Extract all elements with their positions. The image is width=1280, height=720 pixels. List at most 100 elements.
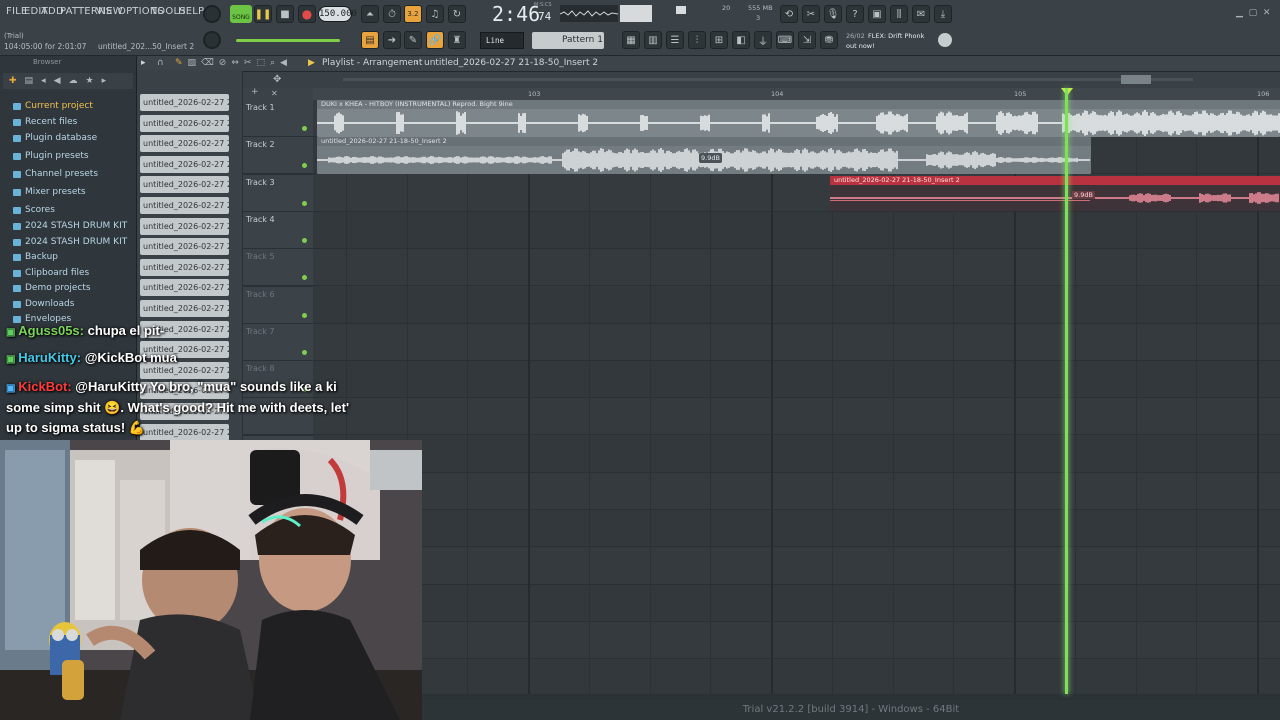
- export-icon[interactable]: ⇲: [798, 31, 816, 49]
- delete-tool-icon[interactable]: ⌫: [201, 58, 214, 68]
- playhead-line[interactable]: [1065, 88, 1068, 694]
- stop-button[interactable]: ■: [276, 5, 294, 23]
- help-icon[interactable]: ?: [846, 5, 864, 23]
- browser-speaker-icon[interactable]: ◀: [54, 76, 61, 86]
- browser-item[interactable]: 2024 STASH DRUM KIT: [13, 237, 127, 247]
- browser-item[interactable]: Mixer presets: [13, 187, 86, 197]
- clip-source-item[interactable]: untitled_2026-02-27 21-: [140, 197, 229, 214]
- clip-source-item[interactable]: untitled_2026-02-27 20-: [140, 135, 229, 153]
- browser-item[interactable]: Downloads: [13, 299, 74, 309]
- timeline-ruler[interactable]: 103 104 105 106: [313, 88, 1280, 100]
- window-controls[interactable]: ▁ ▢ ✕: [1236, 8, 1270, 18]
- track-enable-led[interactable]: [302, 237, 307, 243]
- audio-clip-track2[interactable]: untitled_2026-02-27 21-18-50_Insert 2 9.…: [317, 137, 1091, 174]
- time-display[interactable]: 2:46 74 M:S:CS: [490, 2, 556, 26]
- clip-source-item[interactable]: untitled_2026-02-27 21-: [140, 423, 229, 441]
- browser-files-icon[interactable]: ▤: [25, 76, 34, 86]
- channel-rack-icon[interactable]: ☰: [666, 31, 684, 49]
- slip-tool-icon[interactable]: ⇔: [231, 58, 239, 68]
- browser-item[interactable]: Channel presets: [13, 169, 98, 179]
- track-header[interactable]: Track 5: [243, 249, 313, 287]
- browser-item[interactable]: Current project: [13, 101, 93, 111]
- news-title[interactable]: FLEX: Drift Phonk: [868, 32, 924, 40]
- wait-input-button[interactable]: ⏱: [383, 5, 401, 23]
- arrow-tool-icon[interactable]: ➜: [383, 31, 401, 49]
- tools-icon[interactable]: ✂: [802, 5, 820, 23]
- save-icon[interactable]: ▣: [868, 5, 886, 23]
- metronome-button[interactable]: ⏶: [361, 5, 379, 23]
- track-header[interactable]: Track 3: [243, 174, 313, 212]
- loop-record-button[interactable]: ↻: [448, 5, 466, 23]
- step-edit-button[interactable]: 3.2: [404, 5, 422, 23]
- browser-toggle-icon[interactable]: ⊞: [710, 31, 728, 49]
- pencil-tool-icon[interactable]: ✎: [404, 31, 422, 49]
- snap-select[interactable]: Line: [480, 32, 524, 49]
- track-enable-led[interactable]: [302, 163, 307, 169]
- master-pitch-knob[interactable]: [203, 31, 221, 49]
- browser-cloud-icon[interactable]: ☁: [69, 76, 78, 86]
- add-track-icon[interactable]: +: [251, 87, 259, 97]
- playlist-menu-icon[interactable]: ▸: [141, 58, 146, 68]
- clip-source-item[interactable]: untitled_2026-02-27 21-: [140, 258, 229, 276]
- browser-all-icon[interactable]: ✚: [9, 76, 17, 86]
- playlist-grid[interactable]: DUKI x KHEA - HITBOY (INSTRUMENTAL) Repr…: [313, 100, 1280, 694]
- mute-tool-icon[interactable]: ⊘: [219, 58, 227, 68]
- track-header[interactable]: Track 2: [243, 137, 313, 175]
- track-header[interactable]: Track 6: [243, 286, 313, 324]
- paint-tool-icon[interactable]: ▨: [188, 58, 197, 68]
- slice-tool-icon[interactable]: ✂: [244, 58, 252, 68]
- pattern-mode-icon[interactable]: ▤: [361, 31, 379, 49]
- track-header[interactable]: Track 1: [243, 100, 313, 137]
- menu-help[interactable]: HELP: [178, 6, 204, 17]
- track-enable-led[interactable]: [302, 200, 307, 206]
- draw-tool-icon[interactable]: ✎: [175, 58, 183, 68]
- close-icon[interactable]: ✕: [271, 89, 278, 98]
- clip-source-item[interactable]: untitled_2026-02-27 21-: [140, 238, 229, 256]
- track-header[interactable]: Track 7: [243, 323, 313, 361]
- track-enable-led[interactable]: [302, 275, 307, 281]
- track-enable-led[interactable]: [302, 312, 307, 318]
- pattern-select[interactable]: Pattern 1: [532, 32, 604, 49]
- browser-item[interactable]: Backup: [13, 252, 58, 262]
- master-volume-knob[interactable]: [203, 5, 221, 23]
- magnet-icon[interactable]: ∩: [157, 58, 164, 68]
- clip-source-item[interactable]: untitled_2026-02-27 21-: [140, 300, 229, 317]
- browser-back-icon[interactable]: ◂: [41, 76, 46, 86]
- stamp-icon[interactable]: ♜: [448, 31, 466, 49]
- song-mode-toggle[interactable]: SONG: [230, 5, 252, 23]
- clip-source-item[interactable]: untitled_2026-02-27 20-: [140, 114, 229, 132]
- chat-icon[interactable]: ✉: [912, 5, 930, 23]
- mixer-view-icon[interactable]: ⫶: [688, 31, 706, 49]
- track-enable-led[interactable]: [302, 126, 307, 131]
- audio-clip-track1[interactable]: DUKI x KHEA - HITBOY (INSTRUMENTAL) Repr…: [317, 100, 1280, 137]
- browser-item[interactable]: Scores: [13, 205, 55, 215]
- link-icon[interactable]: 🔗: [426, 31, 444, 49]
- audio-clip-track3[interactable]: untitled_2026-02-27 21-18-50_Insert 2 9.…: [830, 176, 1280, 211]
- browser-item[interactable]: Clipboard files: [13, 268, 89, 278]
- master-volume-slider[interactable]: [236, 39, 340, 42]
- browser-item[interactable]: 2024 STASH DRUM KIT: [13, 221, 127, 231]
- browser-item[interactable]: Demo projects: [13, 283, 91, 293]
- zoom-tool-icon[interactable]: ⌕: [270, 58, 275, 68]
- select-tool-icon[interactable]: ⬚: [256, 58, 265, 68]
- blend-notes-button[interactable]: ♫: [426, 5, 444, 23]
- tempo-display[interactable]: 150.000: [318, 6, 357, 22]
- play-button[interactable]: ❚❚: [254, 5, 272, 23]
- news-subtitle[interactable]: out now!: [846, 42, 875, 50]
- overview-handle[interactable]: [1121, 75, 1151, 84]
- clip-source-item[interactable]: untitled_2026-02-27 20-: [140, 94, 229, 111]
- record-button[interactable]: ●: [298, 5, 316, 23]
- overview-track[interactable]: [343, 78, 1193, 81]
- clip-source-item[interactable]: untitled_2026-02-27 21-: [140, 217, 229, 235]
- piano-roll-icon[interactable]: ▥: [644, 31, 662, 49]
- track-header[interactable]: Track 4: [243, 211, 313, 249]
- microphone-icon[interactable]: 🎙: [824, 5, 842, 23]
- browser-item[interactable]: Plugin database: [13, 133, 97, 143]
- clip-source-item[interactable]: untitled_2026-02-27 21-: [140, 279, 229, 297]
- plugin-picker-icon[interactable]: ◧: [732, 31, 750, 49]
- mixer-icon[interactable]: ⫼: [890, 5, 908, 23]
- clip-source-item[interactable]: untitled_2026-02-27 20-: [140, 155, 229, 173]
- track-enable-led[interactable]: [302, 349, 307, 355]
- undo-history-icon[interactable]: ⟲: [780, 5, 798, 23]
- browser-forward-icon[interactable]: ▸: [102, 76, 107, 86]
